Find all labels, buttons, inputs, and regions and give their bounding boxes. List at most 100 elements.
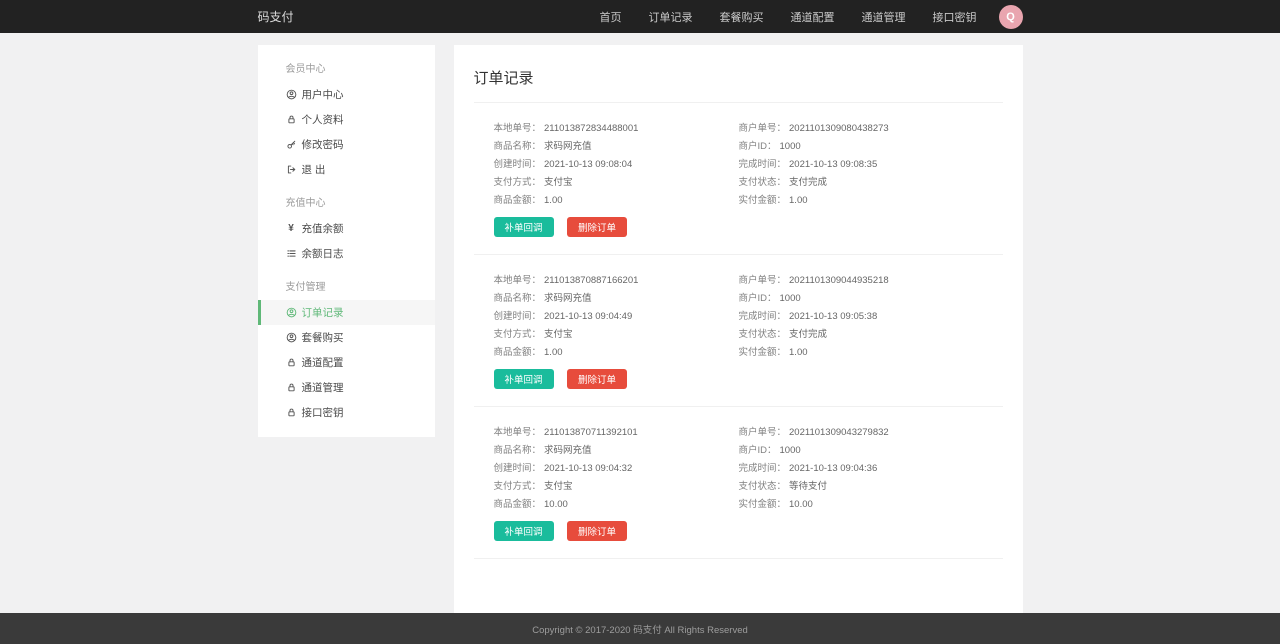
field-label: 实付金额： (739, 347, 787, 358)
sidebar-item-label: 修改密码 (302, 137, 344, 152)
field-value: 2021101309080438273 (789, 123, 889, 134)
order-field-create-time: 创建时间：2021-10-13 09:04:32 (494, 460, 739, 478)
nav-item-package-purchase[interactable]: 套餐购买 (720, 9, 764, 25)
sidebar-item-label: 用户中心 (302, 87, 344, 102)
order-field-create-time: 创建时间：2021-10-13 09:08:04 (494, 156, 739, 174)
lock-icon (286, 382, 297, 393)
field-value: 2021101309043279832 (789, 427, 889, 438)
field-label: 本地单号： (494, 275, 542, 286)
field-value: 2021-10-13 09:04:49 (544, 311, 632, 322)
page-footer: Copyright © 2017-2020 码支付 All Rights Res… (0, 613, 1280, 644)
field-label: 商户ID： (739, 141, 777, 152)
field-label: 商品名称： (494, 445, 542, 456)
order-field-complete-time: 完成时间：2021-10-13 09:08:35 (739, 156, 1003, 174)
field-label: 本地单号： (494, 123, 542, 134)
field-label: 支付状态： (739, 329, 787, 340)
order-fields: 本地单号：211013870887166201 商户单号：20211013090… (494, 272, 1003, 362)
order-field-create-time: 创建时间：2021-10-13 09:04:49 (494, 308, 739, 326)
callback-button[interactable]: 补单回调 (494, 369, 554, 389)
field-value: 支付宝 (544, 481, 573, 492)
sign-out-icon (286, 164, 297, 175)
order-field-paid-amount: 实付金额：1.00 (739, 344, 1003, 362)
order-field-product-name: 商品名称：求码网充值 (494, 138, 739, 156)
sidebar-item-api-key[interactable]: 接口密钥 (258, 400, 435, 425)
field-value: 求码网充值 (544, 293, 592, 304)
field-value: 2021-10-13 09:08:04 (544, 159, 632, 170)
order-field-merchant-no: 商户单号：2021101309080438273 (739, 120, 1003, 138)
field-value: 1.00 (789, 347, 808, 358)
sidebar-item-package-purchase[interactable]: 套餐购买 (258, 325, 435, 350)
nav-item-api-key[interactable]: 接口密钥 (933, 9, 977, 25)
callback-button[interactable]: 补单回调 (494, 521, 554, 541)
field-value: 211013870711392101 (544, 427, 638, 438)
field-label: 商户ID： (739, 445, 777, 456)
order-field-merchant-id: 商户ID：1000 (739, 442, 1003, 460)
sidebar-item-channel-manage[interactable]: 通道管理 (258, 375, 435, 400)
order-field-merchant-id: 商户ID：1000 (739, 290, 1003, 308)
sidebar-item-user-center[interactable]: 用户中心 (258, 82, 435, 107)
field-value: 2021-10-13 09:04:32 (544, 463, 632, 474)
sidebar-section-payment: 支付管理 订单记录 套餐购买 通道配置 通道管理 接口密钥 (258, 275, 435, 425)
delete-order-button[interactable]: 删除订单 (567, 217, 627, 237)
order-field-paid-amount: 实付金额：10.00 (739, 496, 1003, 514)
field-value: 1.00 (544, 195, 563, 206)
sidebar-item-label: 退 出 (302, 162, 326, 177)
sidebar-item-label: 充值余额 (302, 221, 344, 236)
order-fields: 本地单号：211013872834488001 商户单号：20211013090… (494, 120, 1003, 210)
sidebar-item-change-password[interactable]: 修改密码 (258, 132, 435, 157)
user-circle-icon (286, 332, 297, 343)
nav-item-channel-config[interactable]: 通道配置 (791, 9, 835, 25)
sidebar-item-balance-log[interactable]: 余额日志 (258, 241, 435, 266)
order-records-panel: 订单记录 本地单号：211013872834488001 商户单号：202110… (454, 45, 1023, 613)
field-label: 创建时间： (494, 311, 542, 322)
sidebar-item-logout[interactable]: 退 出 (258, 157, 435, 182)
brand-logo[interactable]: 码支付 (258, 8, 294, 25)
field-label: 商品金额： (494, 499, 542, 510)
field-label: 商品名称： (494, 293, 542, 304)
order-field-pay-status: 支付状态：支付完成 (739, 174, 1003, 192)
nav-item-channel-manage[interactable]: 通道管理 (862, 9, 906, 25)
delete-order-button[interactable]: 删除订单 (567, 521, 627, 541)
field-label: 支付状态： (739, 481, 787, 492)
order-field-paid-amount: 实付金额：1.00 (739, 192, 1003, 210)
sidebar-item-label: 余额日志 (302, 246, 344, 261)
field-label: 本地单号： (494, 427, 542, 438)
order-field-pay-method: 支付方式：支付宝 (494, 326, 739, 344)
field-label: 商户单号： (739, 123, 787, 134)
order-field-product-name: 商品名称：求码网充值 (494, 290, 739, 308)
user-circle-icon (286, 89, 297, 100)
sidebar-item-profile[interactable]: 个人资料 (258, 107, 435, 132)
field-value: 2021101309044935218 (789, 275, 889, 286)
field-value: 支付宝 (544, 329, 573, 340)
order-field-product-amount: 商品金额：1.00 (494, 344, 739, 362)
field-value: 211013872834488001 (544, 123, 638, 134)
sidebar-item-label: 个人资料 (302, 112, 344, 127)
order-card: 本地单号：211013872834488001 商户单号：20211013090… (474, 103, 1003, 255)
nav-item-home[interactable]: 首页 (600, 9, 622, 25)
sidebar-item-label: 订单记录 (302, 305, 344, 320)
page-container: 会员中心 用户中心 个人资料 修改密码 退 出 充值中心 ¥ 充值余额 (258, 45, 1023, 613)
sidebar-heading-recharge: 充值中心 (258, 191, 435, 216)
user-circle-icon (286, 307, 297, 318)
order-field-local-no: 本地单号：211013870887166201 (494, 272, 739, 290)
nav-item-order-records[interactable]: 订单记录 (649, 9, 693, 25)
sidebar-item-channel-config[interactable]: 通道配置 (258, 350, 435, 375)
order-field-pay-method: 支付方式：支付宝 (494, 174, 739, 192)
order-field-merchant-id: 商户ID：1000 (739, 138, 1003, 156)
field-label: 完成时间： (739, 311, 787, 322)
sidebar-heading-member: 会员中心 (258, 57, 435, 82)
list-icon (286, 248, 297, 259)
field-value: 2021-10-13 09:05:38 (789, 311, 877, 322)
yen-icon: ¥ (286, 223, 297, 234)
callback-button[interactable]: 补单回调 (494, 217, 554, 237)
field-label: 商品金额： (494, 347, 542, 358)
field-value: 支付完成 (789, 177, 827, 188)
order-field-local-no: 本地单号：211013872834488001 (494, 120, 739, 138)
sidebar-item-recharge-balance[interactable]: ¥ 充值余额 (258, 216, 435, 241)
sidebar-item-order-records[interactable]: 订单记录 (258, 300, 435, 325)
order-field-product-amount: 商品金额：10.00 (494, 496, 739, 514)
page-title: 订单记录 (474, 57, 1003, 103)
delete-order-button[interactable]: 删除订单 (567, 369, 627, 389)
user-avatar[interactable]: Q (999, 5, 1023, 29)
sidebar-item-label: 通道管理 (302, 380, 344, 395)
